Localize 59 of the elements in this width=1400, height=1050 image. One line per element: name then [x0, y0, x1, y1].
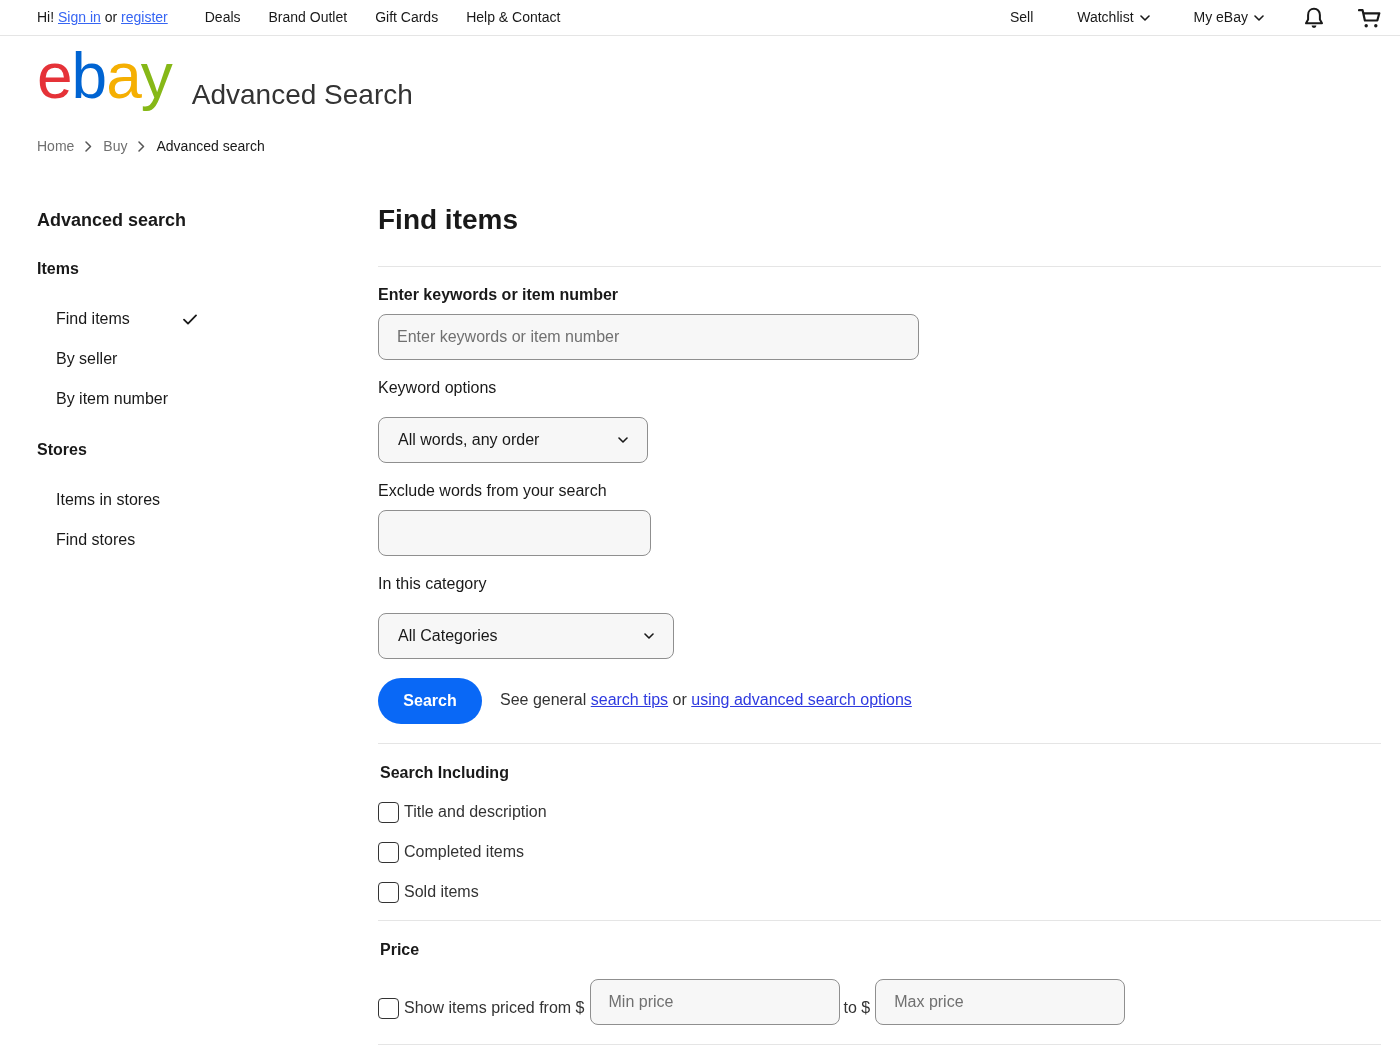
field-label: Enter keywords or item number	[378, 285, 620, 305]
section-title: Find items	[378, 203, 519, 237]
category-select[interactable]: All Categories	[378, 613, 674, 659]
search-tips-link[interactable]: search tips	[590, 691, 669, 708]
sidebar-heading: Stores	[37, 440, 88, 460]
field-label: Keyword options	[378, 378, 498, 398]
checkbox[interactable]	[378, 801, 399, 823]
greeting-text: Hi! Sign in or register	[37, 8, 168, 27]
help-text: See general search tips or using advanced search options	[500, 690, 912, 710]
max-price-input[interactable]: Max price	[875, 979, 1126, 1025]
sidebar-item[interactable]: Items in stores	[37, 480, 197, 520]
nav-link[interactable]: Deals	[204, 7, 241, 28]
checkbox-label: Sold items	[404, 882, 479, 902]
checkbox-label: Completed items	[404, 842, 525, 862]
price-separator: to $	[843, 998, 871, 1018]
cart-icon[interactable]	[1358, 7, 1381, 28]
bell-icon[interactable]	[1304, 6, 1324, 29]
search-button[interactable]: Search	[378, 678, 482, 724]
keyword-options-select[interactable]: All words, any order	[378, 417, 648, 463]
sidebar-item[interactable]: By seller	[37, 339, 197, 379]
sidebar-item[interactable]: By item number	[37, 379, 197, 419]
breadcrumb-link[interactable]: Home	[37, 136, 75, 156]
section-heading: Price	[379, 940, 421, 960]
chevron-right-icon	[85, 140, 93, 152]
sidebar-item[interactable]: Find stores	[37, 520, 197, 560]
checkbox[interactable]	[378, 841, 399, 863]
dropdown-link[interactable]: Watchlist	[1077, 7, 1150, 28]
chevron-down-icon	[644, 633, 654, 639]
breadcrumb-current: Advanced search	[156, 137, 265, 156]
chevron-down-icon	[618, 437, 628, 443]
field-label: Exclude words from your search	[378, 481, 608, 501]
nav-link[interactable]: Sell	[1009, 7, 1034, 28]
sidebar-heading: Items	[37, 259, 80, 279]
sidebar-item[interactable]: Find items	[37, 299, 197, 339]
logo-letter: e	[37, 44, 72, 108]
checkbox-label: Title and description	[404, 802, 547, 822]
nav-link[interactable]: Brand Outlet	[268, 7, 348, 28]
advanced-search-options-link[interactable]: using advanced search options	[691, 691, 912, 708]
checkbox[interactable]	[378, 997, 399, 1019]
section-heading: Search Including	[379, 763, 510, 783]
checkbox-label: Show items priced from $	[404, 998, 585, 1018]
min-price-input[interactable]: Min price	[589, 979, 840, 1025]
field-label: In this category	[378, 574, 488, 594]
sign-in-link[interactable]: Sign in	[58, 9, 101, 25]
keywords-input[interactable]: Enter keywords or item number	[378, 314, 919, 360]
sidebar-title: Advanced search	[37, 209, 188, 231]
chevron-down-icon	[1254, 14, 1264, 21]
dropdown-link[interactable]: My eBay	[1193, 7, 1264, 28]
page-title: Advanced Search	[191, 78, 413, 112]
logo-letter: a	[106, 44, 141, 108]
nav-link[interactable]: Help & Contact	[466, 7, 561, 28]
nav-link[interactable]: Gift Cards	[375, 7, 439, 28]
checkbox[interactable]	[378, 881, 399, 903]
logo-letter: b	[71, 44, 107, 108]
chevron-down-icon	[1139, 14, 1150, 21]
exclude-words-input[interactable]	[378, 510, 651, 556]
breadcrumb-link[interactable]: Buy	[103, 136, 128, 156]
register-link[interactable]: register	[121, 9, 168, 25]
chevron-right-icon	[138, 140, 146, 152]
